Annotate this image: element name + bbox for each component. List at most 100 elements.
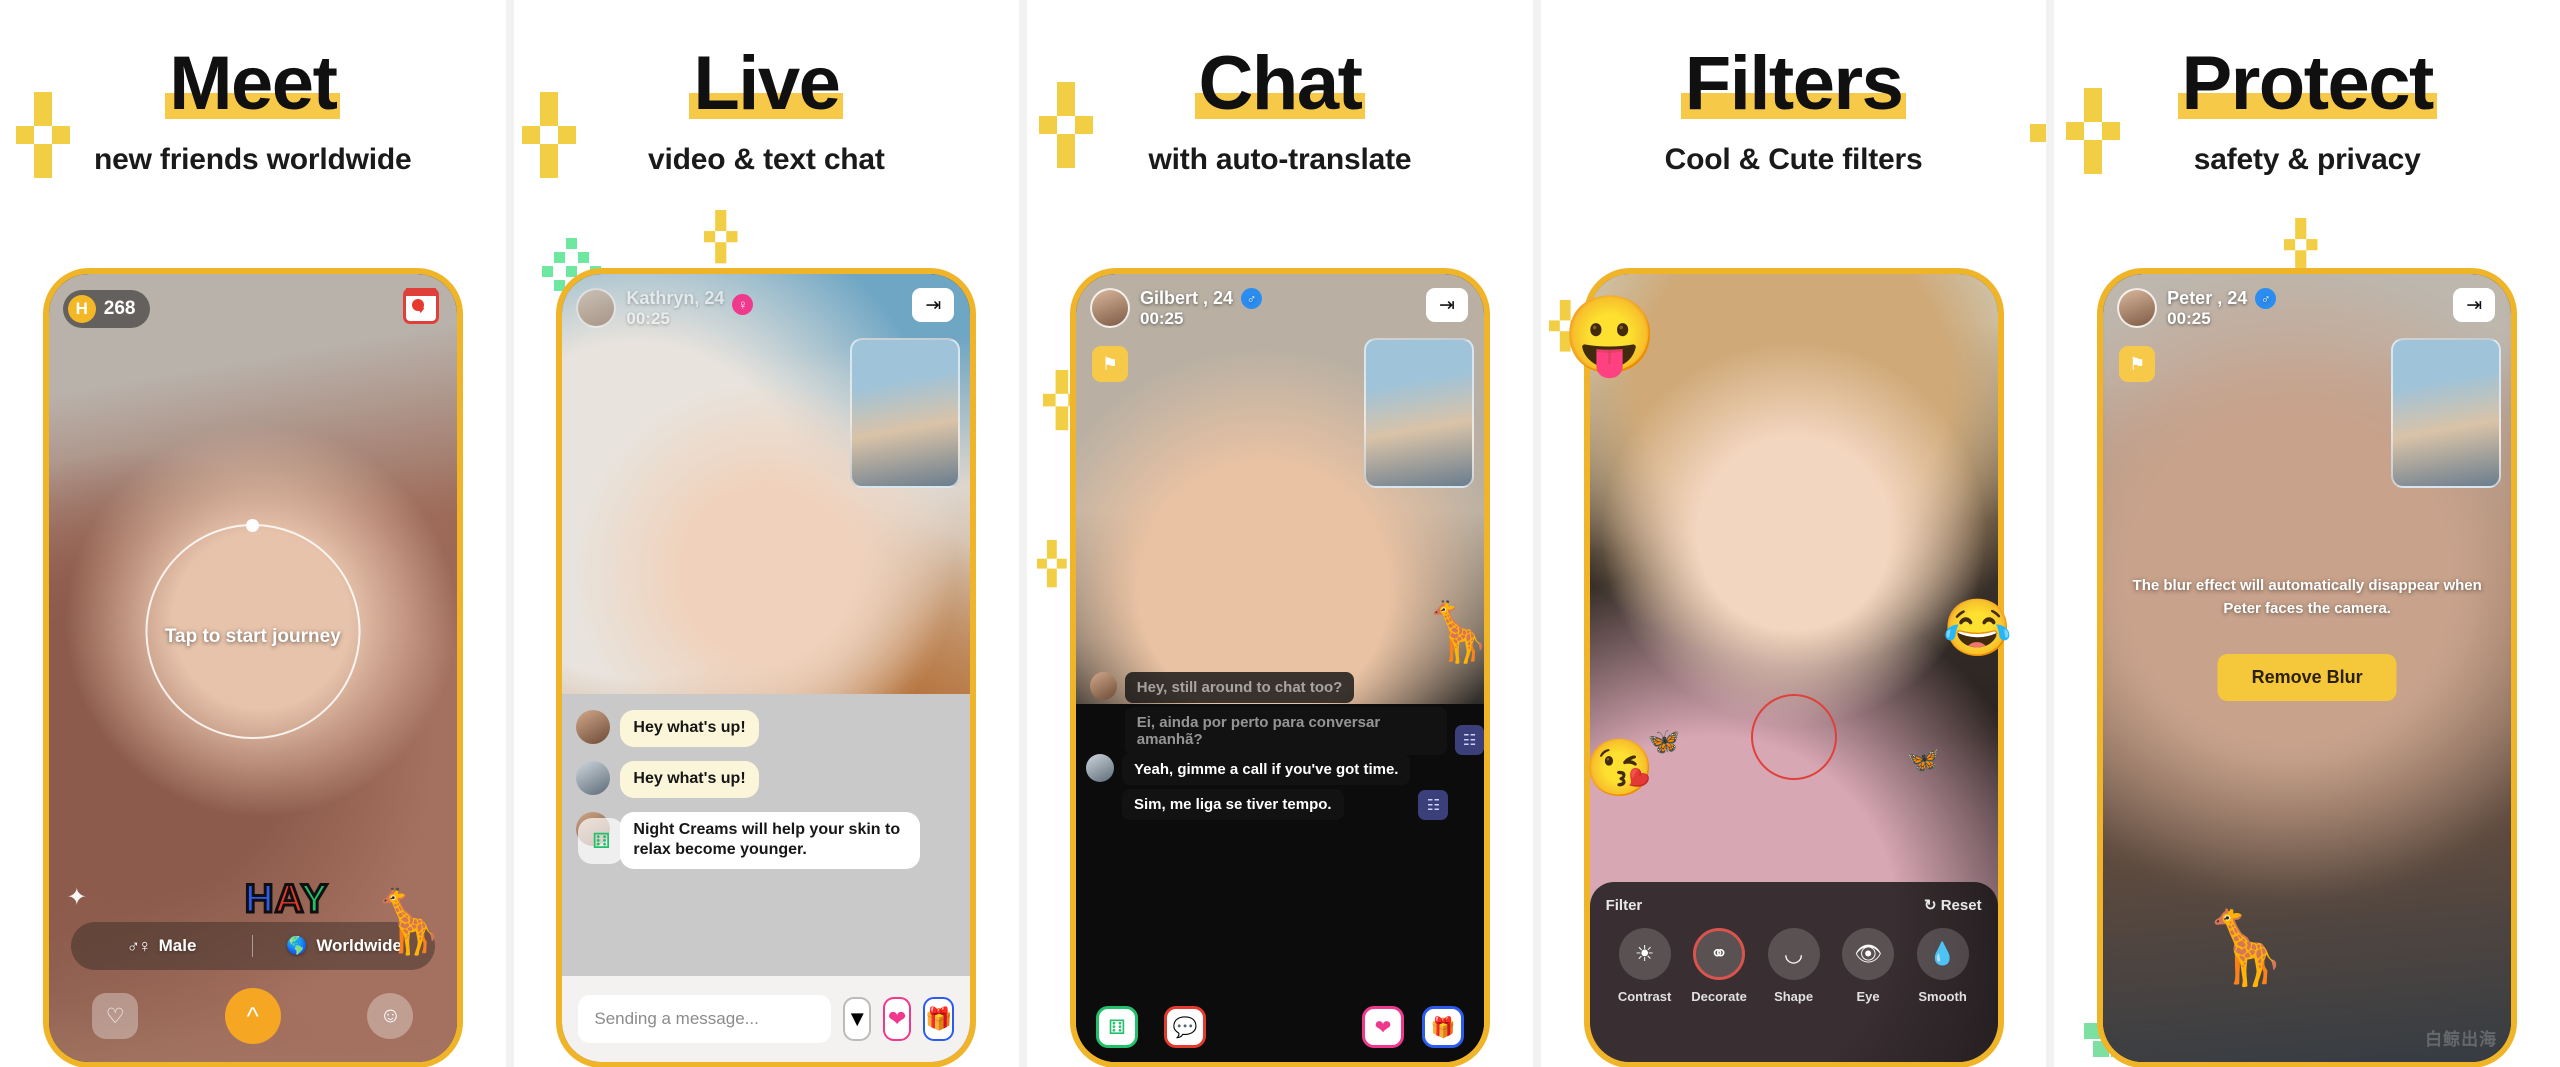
avatar [576, 288, 617, 328]
phone-mockup-chat: Gilbert , 24 ♂ 00:25 ⇥ ⚑ 🦒 Hey, still ar… [1069, 268, 1490, 1067]
self-view-pip[interactable] [2391, 338, 2502, 488]
calendar-event-icon[interactable]: ♦ [402, 288, 439, 324]
message-bubble-translated: Ei, ainda por perto para conversar amanh… [1124, 707, 1448, 755]
peer-info: Peter , 24 ♂ 00:25 [2117, 288, 2277, 329]
call-timer: 00:25 [2167, 309, 2211, 328]
list-item: Yeah, gimme a call if you've got time. S… [1085, 754, 1449, 820]
avatar [1089, 672, 1117, 700]
phone-mockup-meet: H 268 ♦ Tap to start journey ✦ HAY 🦒 [42, 268, 463, 1067]
avatar [576, 760, 611, 795]
avatar [576, 710, 611, 744]
peer-name: Kathryn, 24 [626, 288, 725, 308]
crocodile-sticker-icon: 🦒 [1422, 604, 1484, 662]
page-subtitle: with auto-translate [1148, 142, 1412, 176]
coin-count: 268 [103, 298, 136, 319]
filter-option-contrast[interactable]: ☀ Contrast [1612, 928, 1678, 1004]
gem-heart-icon[interactable]: ❤ [1361, 1006, 1404, 1048]
emoji-face-icon[interactable]: ☺ [367, 993, 414, 1039]
peer-info: Gilbert , 24 ♂ 00:25 [1089, 288, 1263, 329]
self-view-pip[interactable] [1363, 338, 1474, 488]
panel-filters: Filters Cool & Cute filters 😛 😂 😘 🦋 🦋 Fi… [1540, 0, 2047, 1067]
coin-balance-badge[interactable]: H 268 [62, 290, 150, 328]
message-bubble: Night Creams will help your skin to rela… [620, 811, 921, 870]
avatar [2117, 288, 2158, 328]
translate-icon[interactable]: ☷ [1455, 725, 1484, 755]
panel-protect: Protect safety & privacy Peter , 24 ♂ 00… [2054, 0, 2560, 1067]
self-view-pip[interactable] [850, 338, 961, 488]
gender-badge-male-icon: ♂ [1241, 288, 1263, 309]
exit-call-button[interactable]: ⇥ [912, 288, 955, 322]
magic-wand-icon[interactable]: ✦ [67, 883, 87, 912]
message-input[interactable] [578, 995, 832, 1043]
page-title: Protect [2181, 41, 2435, 126]
dice-icon[interactable]: ⚅ [578, 818, 625, 864]
message-composer: ▼ ❤ 🎁 [562, 976, 971, 1062]
panel-heading-block: Live video & text chat [514, 0, 1020, 177]
gender-icon: ♂♀ [126, 935, 152, 956]
chat-bubble-icon[interactable]: ♡ [92, 993, 139, 1039]
remove-blur-button[interactable]: Remove Blur [2217, 654, 2397, 701]
start-journey-button[interactable]: ^ [224, 988, 281, 1044]
panel-heading-block: Meet new friends worldwide [0, 0, 506, 177]
gender-badge-male-icon: ♂ [2255, 288, 2277, 309]
page-title: Filters [1684, 41, 1904, 126]
peer-name: Peter , 24 [2167, 288, 2248, 308]
phone-mockup-live: Kathryn, 24 00:25 ♀ ⇥ ⚅ Hey what's up! H [556, 268, 977, 1067]
screenshot-gallery: Meet new friends worldwide H 268 ♦ Tap t… [0, 0, 2560, 1067]
laugh-emoji-sticker-icon: 😂 [1942, 596, 2013, 659]
send-icon[interactable]: ▼ [843, 997, 872, 1041]
notification-dot-icon [411, 299, 424, 311]
gem-heart-icon[interactable]: ❤ [883, 997, 911, 1041]
filter-option-label: Decorate [1691, 989, 1747, 1004]
gender-filter-label: Male [158, 936, 197, 955]
page-subtitle: video & text chat [648, 142, 885, 176]
page-subtitle: safety & privacy [2193, 142, 2421, 176]
report-flag-icon[interactable]: ⚑ [2119, 346, 2156, 382]
filter-option-decorate[interactable]: ⚭ Decorate [1686, 928, 1752, 1004]
filter-option-label: Eye [1856, 989, 1880, 1004]
speech-icon[interactable]: 💬 [1163, 1006, 1206, 1048]
globe-icon: 🌎 [286, 936, 308, 955]
page-title: Meet [169, 41, 338, 126]
kiss-emoji-sticker-icon: 😘 [1584, 736, 1655, 799]
gift-icon[interactable]: 🎁 [1421, 1006, 1464, 1048]
tap-to-start-label[interactable]: Tap to start journey [165, 626, 341, 648]
hay-sticker: HAY [243, 876, 329, 923]
list-item: Hey what's up! [576, 760, 956, 798]
crocodile-sticker-icon: 🦒 [369, 888, 447, 957]
shape-icon: ◡ [1767, 928, 1820, 980]
page-subtitle: Cool & Cute filters [1664, 142, 1923, 176]
call-timer: 00:25 [626, 309, 670, 328]
smooth-icon: 💧 [1916, 928, 1969, 980]
panel-live: Live video & text chat Kathryn, 24 00:25… [513, 0, 1020, 1067]
page-title: Live [693, 41, 841, 126]
exit-call-button[interactable]: ⇥ [2453, 288, 2496, 322]
gender-badge-female-icon: ♀ [732, 294, 754, 315]
gender-filter[interactable]: ♂♀ Male [71, 936, 253, 957]
page-subtitle: new friends worldwide [94, 142, 412, 176]
gift-icon[interactable]: 🎁 [922, 997, 955, 1041]
ring-knob-icon [246, 519, 260, 532]
exit-call-button[interactable]: ⇥ [1425, 288, 1468, 322]
panel-heading-block: Chat with auto-translate [1027, 0, 1533, 177]
filter-option-eye[interactable]: 👁 Eye [1835, 928, 1901, 1004]
phone-mockup-protect: Peter , 24 ♂ 00:25 ⇥ ⚑ The blur effect w… [2097, 268, 2518, 1067]
meet-action-row: ♡ ^ ☺ [49, 988, 457, 1044]
dice-icon[interactable]: ⚅ [1095, 1006, 1138, 1048]
phone-mockup-filters: 🦋 🦋 Filter ↻ Reset ☀ Contrast ⚭ Decorate… [1583, 268, 2004, 1067]
butterfly-sticker-icon: 🦋 [1907, 744, 1940, 774]
call-timer: 00:25 [1139, 309, 1184, 328]
report-flag-icon[interactable]: ⚑ [1091, 346, 1128, 382]
avatar [1085, 754, 1114, 782]
message-bubble: Hey what's up! [620, 760, 759, 798]
chat-action-row: ⚅ 💬 ❤ 🎁 [1076, 1006, 1484, 1048]
reset-filters-button[interactable]: ↻ Reset [1924, 896, 1982, 914]
translate-icon[interactable]: ☷ [1418, 790, 1449, 820]
filter-tray: Filter ↻ Reset ☀ Contrast ⚭ Decorate ◡ S… [1589, 882, 1998, 1062]
list-item: Hey, still around to chat too? Ei, ainda… [1089, 672, 1484, 755]
filter-option-shape[interactable]: ◡ Shape [1761, 928, 1827, 1004]
message-bubble-translated: Sim, me liga se tiver tempo. [1121, 789, 1344, 820]
filter-option-smooth[interactable]: 💧 Smooth [1910, 928, 1976, 1004]
tongue-emoji-sticker-icon: 😛 [1562, 293, 1658, 378]
reset-label: Reset [1940, 897, 1982, 914]
